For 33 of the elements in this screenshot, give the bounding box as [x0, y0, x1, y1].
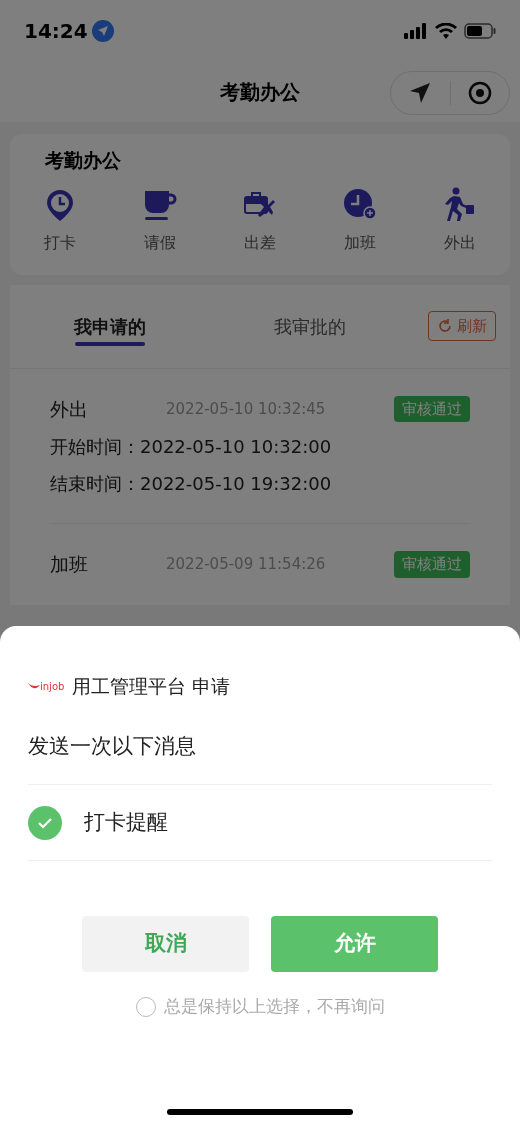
signal-icon — [404, 23, 428, 39]
record-type: 外出 — [50, 396, 89, 422]
status-badge: 审核通过 — [394, 551, 470, 578]
refresh-icon — [437, 318, 453, 334]
allow-button[interactable]: 允许 — [271, 916, 438, 972]
field-label: 结束时间： — [50, 472, 140, 496]
section-title: 考勤办公 — [44, 148, 122, 173]
shortcut-button[interactable]: 外出 — [410, 186, 510, 255]
option-label: 打卡提醒 — [84, 808, 168, 836]
status-badge: 审核通过 — [394, 395, 470, 422]
shortcut-button[interactable]: 加班 — [310, 186, 410, 255]
sheet-heading: 发送一次以下消息 — [28, 730, 492, 785]
clock-time: 14:24 — [24, 18, 88, 45]
shortcut-button[interactable]: 出差 — [210, 186, 310, 255]
shortcut-button[interactable]: 请假 — [110, 186, 210, 255]
remember-choice[interactable]: 总是保持以上选择，不再询问 — [135, 994, 385, 1020]
tab-underline — [75, 341, 145, 346]
field-value: 2022-05-10 10:32:00 — [140, 435, 332, 459]
tab[interactable]: 我申请的 — [10, 284, 210, 368]
target-icon — [467, 81, 492, 105]
cancel-button[interactable]: 取消 — [82, 916, 249, 972]
app-title: 用工管理平台 申请 — [72, 674, 231, 699]
navigation-arrow-icon — [408, 81, 433, 105]
app-logo: injob — [28, 678, 65, 694]
field-label: 开始时间： — [50, 435, 140, 459]
wifi-icon — [434, 23, 458, 39]
record-type: 加班 — [50, 552, 89, 577]
page-title: 考勤办公 — [220, 79, 300, 106]
battery-icon — [464, 23, 496, 39]
tab[interactable]: 我审批的 — [210, 284, 410, 368]
refresh-button[interactable]: 刷新 — [428, 311, 496, 341]
shortcut-button[interactable]: 打卡 — [10, 186, 110, 255]
field-value: 2022-05-10 19:32:00 — [140, 472, 332, 496]
